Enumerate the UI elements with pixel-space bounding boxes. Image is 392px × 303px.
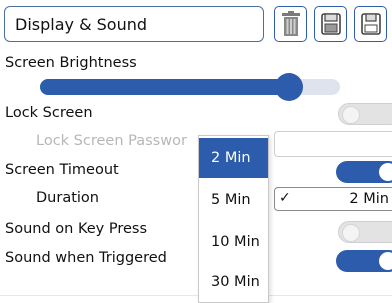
duration-menu: 2 Min 5 Min 10 Min 30 Min: [198, 135, 269, 303]
screen-timeout-toggle[interactable]: [336, 161, 392, 183]
menu-item-2-min[interactable]: 2 Min: [199, 138, 268, 178]
open-button[interactable]: [314, 6, 347, 42]
lock-screen-toggle[interactable]: [338, 103, 392, 125]
lock-screen-label: Lock Screen: [5, 105, 93, 121]
sound-keypress-label: Sound on Key Press: [5, 221, 147, 237]
brightness-slider[interactable]: [40, 73, 340, 101]
sound-keypress-toggle[interactable]: [338, 221, 392, 243]
duration-value: 2 Min: [349, 191, 389, 207]
title-box: Display & Sound: [4, 6, 264, 42]
lock-password-label: Lock Screen Passwor: [36, 133, 187, 149]
chevron-down-icon: ✓: [279, 190, 291, 206]
brightness-slider-knob[interactable]: [275, 73, 303, 101]
duration-dropdown[interactable]: ✓ 2 Min: [274, 187, 392, 211]
save-icon: [360, 13, 381, 35]
divider: [0, 295, 392, 296]
sound-triggered-toggle-knob: [379, 252, 392, 270]
sound-keypress-toggle-knob: [342, 224, 360, 242]
save-button[interactable]: [354, 6, 387, 42]
folder-icon: [320, 13, 341, 35]
trash-icon: [281, 11, 300, 36]
menu-item-30-min[interactable]: 30 Min: [199, 262, 268, 302]
sound-triggered-label: Sound when Triggered: [5, 250, 167, 266]
screen-timeout-toggle-knob: [379, 163, 392, 181]
brightness-slider-fill: [40, 79, 289, 95]
header: Display & Sound: [0, 0, 392, 48]
menu-item-5-min[interactable]: 5 Min: [199, 180, 268, 220]
settings-screen: Display & Sound Screen Brightness Lock S…: [0, 0, 392, 303]
brightness-label: Screen Brightness: [5, 55, 137, 71]
duration-label: Duration: [36, 190, 99, 206]
lock-password-field[interactable]: [274, 131, 392, 157]
delete-button[interactable]: [274, 6, 307, 42]
menu-item-10-min[interactable]: 10 Min: [199, 222, 268, 262]
screen-timeout-label: Screen Timeout: [5, 162, 119, 178]
lock-screen-toggle-knob: [342, 106, 360, 124]
sound-triggered-toggle[interactable]: [336, 250, 392, 272]
page-title: Display & Sound: [15, 15, 148, 34]
